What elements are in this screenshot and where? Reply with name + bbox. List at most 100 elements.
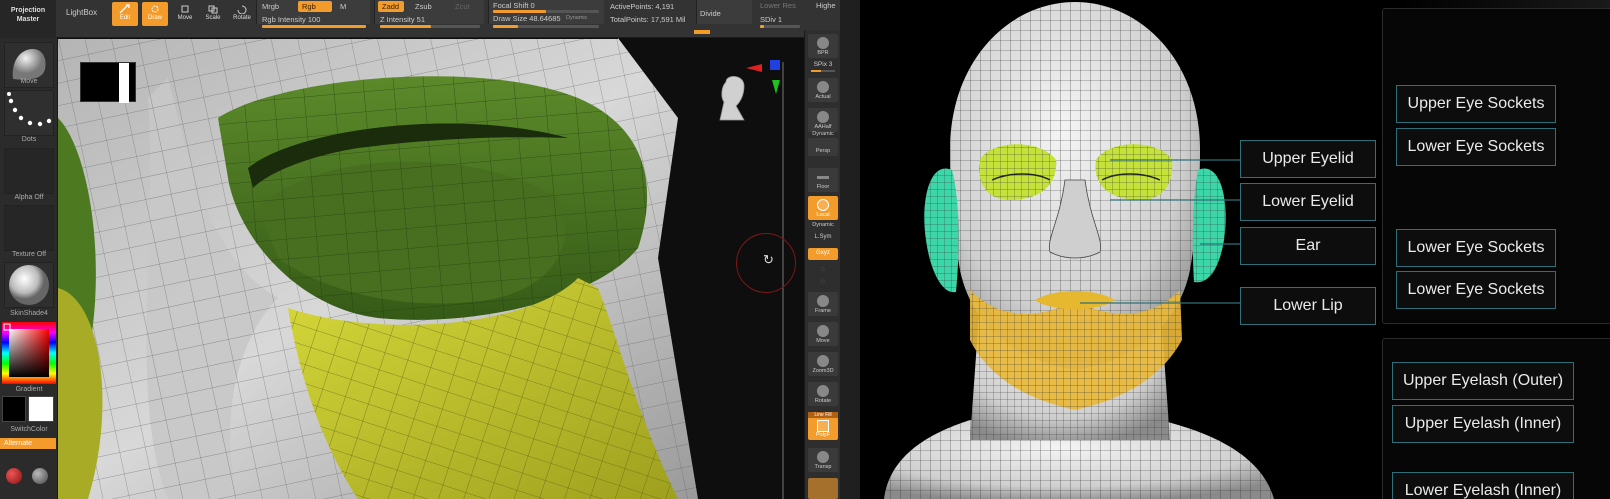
polyf-button[interactable]: Line Fill PolyF	[808, 412, 838, 440]
dynamic-persp-label: Dynamic	[812, 131, 834, 137]
secondary-color-swatch[interactable]	[28, 396, 54, 422]
zcut-button[interactable]: Zcut	[455, 2, 470, 11]
rotate-view-icon	[817, 385, 829, 397]
magnifier-icon	[817, 355, 829, 367]
sdiv-track[interactable]	[760, 25, 800, 28]
scale-icon	[208, 5, 218, 14]
alpha-name: Alpha Off	[14, 194, 44, 201]
aahalf-button[interactable]: AAHalf	[808, 108, 838, 132]
draw-size-track[interactable]	[493, 25, 599, 28]
mrgb-button[interactable]: Mrgb	[262, 2, 279, 11]
lower-res-button[interactable]: Lower Res	[760, 1, 796, 10]
actual-button[interactable]: Actual	[808, 78, 838, 102]
higher-res-button[interactable]: Highe	[816, 1, 836, 10]
local-button[interactable]: Local	[808, 196, 838, 220]
tray-tab[interactable]	[694, 30, 710, 34]
material-name: SkinShade4	[10, 310, 48, 317]
refresh-icon: ↻	[763, 252, 774, 267]
scale-button[interactable]: Scale	[200, 2, 226, 26]
dynamic-local-label: Dynamic	[812, 222, 834, 228]
ghost-button[interactable]	[808, 478, 838, 499]
texture-thumbnail[interactable]	[4, 205, 54, 251]
top-toolbar: Projection Master LightBox Edit Draw Mov…	[0, 0, 860, 38]
label-ear: Ear	[1240, 227, 1376, 265]
frame-button[interactable]: Frame	[808, 292, 838, 316]
main-color-swatch[interactable]	[2, 396, 26, 422]
label-upper-eyelash-inner: Upper Eyelash (Inner)	[1392, 405, 1574, 443]
stroke-name: Dots	[21, 136, 37, 143]
z-axis-icon[interactable]: ◌	[805, 278, 841, 285]
minimap-preview[interactable]	[80, 62, 136, 103]
bpr-icon	[817, 37, 829, 49]
active-points-readout: ActivePoints: 4,191	[610, 2, 675, 11]
alpha-thumbnail[interactable]	[4, 148, 54, 194]
label-lower-lip: Lower Lip	[1240, 287, 1376, 325]
move-button[interactable]: Move	[172, 2, 198, 26]
polyframe-icon	[817, 420, 829, 432]
edit-icon	[119, 4, 130, 14]
alternate-button[interactable]: Alternate	[0, 438, 56, 449]
draw-icon	[151, 5, 159, 13]
label-upper-eye-sockets: Upper Eye Sockets	[1396, 85, 1556, 123]
right-shelf: BPR SPix 3 Actual AAHalf Dynamic Persp F…	[804, 30, 840, 499]
zbrush-window: Projection Master LightBox Edit Draw Mov…	[0, 0, 860, 499]
label-upper-eyelash-outer: Upper Eyelash (Outer)	[1392, 362, 1574, 400]
divide-label: Divide	[700, 9, 721, 18]
stroke-thumbnail[interactable]	[4, 90, 54, 136]
rotate-button[interactable]: Rotate	[229, 2, 255, 26]
move-view-button[interactable]: Move	[808, 322, 838, 346]
rgb-intensity-track[interactable]	[262, 25, 366, 28]
draw-size-slider[interactable]: Draw Size 48.64685	[493, 14, 561, 23]
edit-button[interactable]: Edit	[112, 2, 138, 26]
y-axis-icon[interactable]: ◌	[805, 266, 841, 273]
red-material-ball[interactable]	[6, 468, 22, 484]
label-lower-eye-sockets-2: Lower Eye Sockets	[1396, 229, 1556, 267]
label-lower-eyelid: Lower Eyelid	[1240, 183, 1376, 221]
switch-color-button[interactable]: SwitchColor	[0, 426, 58, 433]
lsym-button[interactable]: L.Sym	[805, 234, 841, 240]
transparency-icon	[817, 451, 829, 463]
sdiv-slider[interactable]: SDiv 1	[760, 15, 782, 24]
focal-shift-slider[interactable]: Focal Shift 0	[493, 1, 535, 10]
gradient-name: Gradient	[15, 386, 43, 393]
eye-mesh-render	[58, 38, 804, 499]
transp-button[interactable]: Transp	[808, 448, 838, 472]
label-lower-eye-sockets-1: Lower Eye Sockets	[1396, 128, 1556, 166]
move-icon	[181, 5, 189, 13]
color-wheel-icon	[2, 322, 56, 384]
scroll-edge	[840, 0, 860, 499]
label-lower-eyelash-inner: Lower Eyelash (Inner)	[1392, 472, 1574, 499]
zoom-half-icon	[817, 111, 829, 123]
local-icon	[817, 199, 829, 211]
canvas-viewport[interactable]: ↻	[58, 38, 804, 499]
persp-button[interactable]: Persp	[808, 138, 838, 156]
z-intensity-track[interactable]	[380, 25, 480, 28]
rgb-intensity-slider[interactable]: Rgb Intensity 100	[262, 15, 320, 24]
zsub-button[interactable]: Zsub	[415, 2, 432, 11]
z-intensity-slider[interactable]: Z Intensity 51	[380, 15, 425, 24]
dynamic-toggle[interactable]: Dynamic	[566, 15, 587, 21]
axis-gizmo-icon[interactable]	[744, 58, 784, 98]
hand-icon	[817, 325, 829, 337]
dots-stroke-icon	[7, 92, 52, 127]
xyz-button[interactable]: Gxyz	[808, 248, 838, 260]
m-button[interactable]: M	[340, 2, 346, 11]
lightbox-button[interactable]: LightBox	[58, 4, 108, 22]
material-sphere-icon	[9, 265, 49, 305]
zadd-button[interactable]: Zadd	[378, 1, 404, 12]
total-points-readout: TotalPoints: 17,591 Mil	[610, 15, 686, 24]
rgb-button[interactable]: Rgb	[298, 1, 332, 12]
spix-slider[interactable]: SPix 3	[805, 61, 841, 68]
rotate-view-button[interactable]: Rotate	[808, 382, 838, 406]
color-picker[interactable]	[2, 322, 56, 384]
label-upper-eyelid: Upper Eyelid	[1240, 140, 1376, 178]
bpr-button[interactable]: BPR	[808, 34, 838, 58]
label-lower-eye-sockets-3: Lower Eye Sockets	[1396, 271, 1556, 309]
gray-material-ball[interactable]	[32, 468, 48, 484]
floor-button[interactable]: Floor	[808, 168, 838, 192]
draw-button[interactable]: Draw	[142, 2, 168, 26]
zoom3d-button[interactable]: Zoom3D	[808, 352, 838, 376]
material-thumbnail[interactable]	[4, 262, 54, 308]
projection-master-button[interactable]: Projection Master	[0, 0, 56, 38]
focal-shift-track[interactable]	[493, 10, 599, 13]
